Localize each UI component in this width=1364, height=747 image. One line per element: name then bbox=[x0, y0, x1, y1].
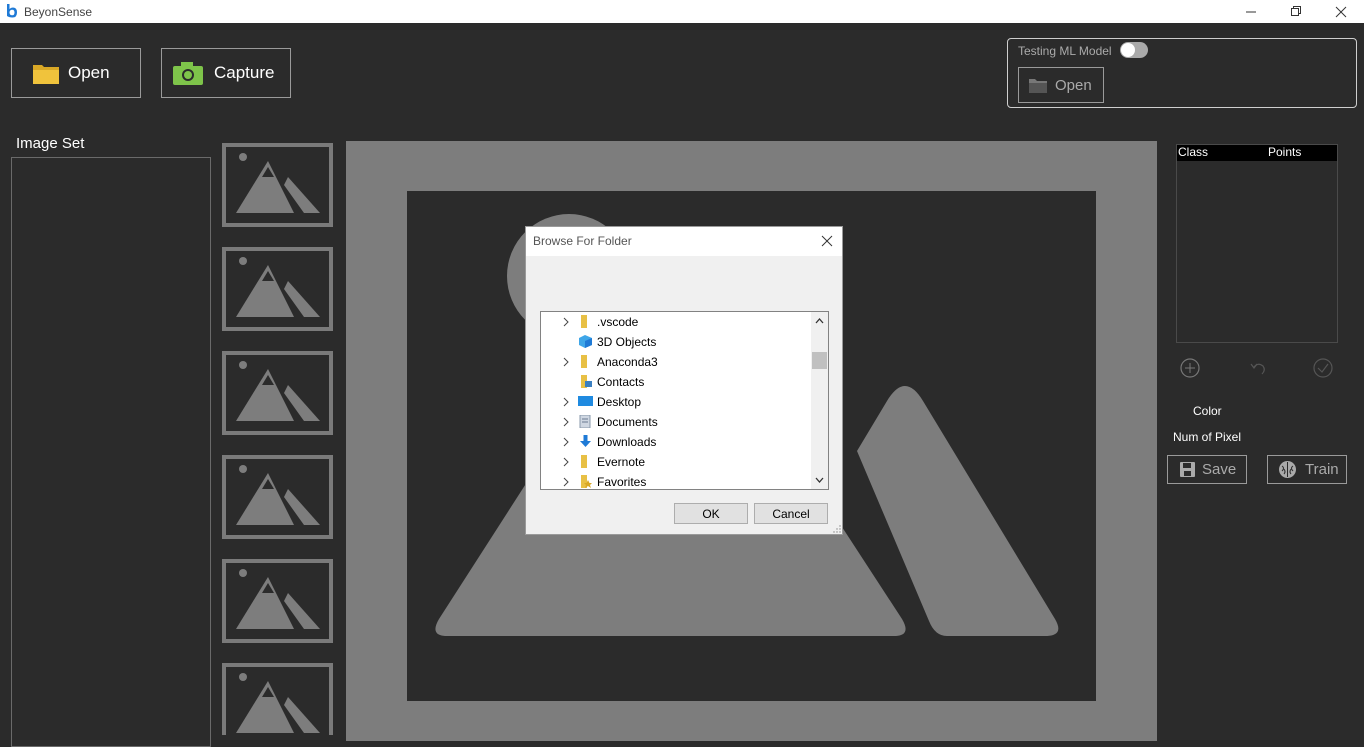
contacts-icon bbox=[581, 375, 592, 388]
tree-item-evernote[interactable]: Evernote bbox=[541, 452, 811, 472]
image-set-label: Image Set bbox=[16, 135, 85, 152]
image-set-list[interactable] bbox=[11, 157, 211, 747]
ml-open-label: Open bbox=[1055, 76, 1092, 94]
open-button[interactable]: Open bbox=[11, 48, 141, 98]
ml-open-button[interactable]: Open bbox=[1018, 67, 1104, 103]
image-thumbnail[interactable] bbox=[222, 351, 333, 435]
image-placeholder-icon bbox=[236, 257, 320, 317]
tree-item-label: Documents bbox=[597, 415, 658, 429]
tree-item-label: Contacts bbox=[597, 375, 645, 389]
chevron-right-icon[interactable] bbox=[561, 457, 571, 467]
toggle-knob bbox=[1121, 43, 1135, 57]
tree-item-label: Downloads bbox=[597, 435, 657, 449]
image-placeholder-icon bbox=[236, 153, 320, 213]
app-title: BeyonSense bbox=[24, 5, 93, 19]
capture-button-label: Capture bbox=[214, 63, 275, 82]
chevron-right-icon[interactable] bbox=[561, 477, 571, 487]
image-placeholder-icon bbox=[236, 465, 320, 525]
browse-folder-dialog: Browse For Folder .vscode 3D Objects Ana… bbox=[525, 226, 843, 535]
add-icon[interactable] bbox=[1180, 358, 1200, 378]
title-bar: BeyonSense bbox=[0, 0, 1364, 23]
ml-model-label: Testing ML Model bbox=[1018, 44, 1112, 58]
tree-item-label: Evernote bbox=[597, 455, 646, 469]
close-icon[interactable] bbox=[820, 234, 834, 248]
dialog-title: Browse For Folder bbox=[533, 234, 632, 248]
tree-item-anaconda3[interactable]: Anaconda3 bbox=[541, 352, 811, 372]
tree-item-label: .vscode bbox=[597, 315, 639, 329]
ml-model-panel: Testing ML Model Open bbox=[1007, 38, 1357, 108]
tree-item-vscode[interactable]: .vscode bbox=[541, 312, 811, 332]
save-button[interactable]: Save bbox=[1167, 455, 1247, 484]
documents-icon bbox=[579, 415, 591, 428]
folder-icon bbox=[581, 455, 587, 468]
image-thumbnail[interactable] bbox=[222, 559, 333, 643]
minimize-icon bbox=[1245, 11, 1256, 13]
cancel-button[interactable]: Cancel bbox=[754, 503, 828, 524]
train-label: Train bbox=[1305, 461, 1339, 478]
color-label: Color bbox=[1193, 404, 1222, 418]
resize-grip-icon[interactable] bbox=[833, 525, 841, 533]
tree-item-label: Favorites bbox=[597, 475, 647, 489]
image-thumbnail[interactable] bbox=[222, 143, 333, 227]
brain-icon bbox=[1279, 461, 1296, 478]
ok-label: OK bbox=[702, 506, 720, 521]
chevron-right-icon[interactable] bbox=[561, 317, 571, 327]
tree-item-downloads[interactable]: Downloads bbox=[541, 432, 811, 452]
image-placeholder-icon bbox=[236, 569, 320, 629]
chevron-right-icon[interactable] bbox=[561, 357, 571, 367]
class-table-header: Class Points bbox=[1177, 145, 1337, 161]
chevron-right-icon[interactable] bbox=[561, 397, 571, 407]
chevron-right-icon[interactable] bbox=[561, 417, 571, 427]
3d-objects-icon bbox=[579, 335, 592, 348]
capture-button[interactable]: Capture bbox=[161, 48, 291, 98]
image-thumbnail[interactable] bbox=[222, 663, 333, 735]
open-button-label: Open bbox=[68, 63, 110, 82]
folder-icon bbox=[33, 65, 59, 84]
tree-item-contacts[interactable]: Contacts bbox=[541, 372, 811, 392]
confirm-icon[interactable] bbox=[1313, 358, 1333, 378]
class-table[interactable]: Class Points bbox=[1176, 144, 1338, 343]
cancel-label: Cancel bbox=[772, 506, 810, 521]
camera-icon bbox=[173, 62, 203, 85]
chevron-right-icon[interactable] bbox=[561, 437, 571, 447]
minimize-button[interactable] bbox=[1228, 0, 1274, 23]
scroll-thumb[interactable] bbox=[812, 352, 827, 369]
restore-icon bbox=[1290, 6, 1301, 16]
favorites-icon bbox=[581, 475, 592, 488]
tree-item-favorites[interactable]: Favorites bbox=[541, 472, 811, 489]
save-icon bbox=[1180, 462, 1195, 477]
tree-item-3d-objects[interactable]: 3D Objects bbox=[541, 332, 811, 352]
restore-button[interactable] bbox=[1273, 0, 1319, 23]
undo-icon[interactable] bbox=[1248, 358, 1268, 378]
close-icon bbox=[1335, 6, 1347, 17]
tree-item-label: Desktop bbox=[597, 395, 642, 409]
folder-icon bbox=[1029, 78, 1047, 93]
desktop-icon bbox=[578, 396, 593, 406]
tree-scrollbar[interactable] bbox=[811, 312, 828, 489]
train-button[interactable]: Train bbox=[1267, 455, 1347, 484]
image-thumbnail[interactable] bbox=[222, 455, 333, 539]
scroll-up-icon[interactable] bbox=[815, 317, 824, 324]
tree-item-desktop[interactable]: Desktop bbox=[541, 392, 811, 412]
points-column-header: Points bbox=[1268, 145, 1302, 159]
ml-model-toggle[interactable] bbox=[1120, 42, 1148, 58]
save-label: Save bbox=[1202, 461, 1237, 478]
folder-icon bbox=[581, 355, 587, 368]
folder-tree[interactable]: .vscode 3D Objects Anaconda3 Contacts De… bbox=[540, 311, 829, 490]
dialog-title-bar: Browse For Folder bbox=[526, 227, 842, 256]
image-thumbnail[interactable] bbox=[222, 247, 333, 331]
tree-item-label: Anaconda3 bbox=[597, 355, 658, 369]
ok-button[interactable]: OK bbox=[674, 503, 748, 524]
downloads-icon bbox=[580, 435, 591, 447]
num-pixel-label: Num of Pixel bbox=[1173, 430, 1242, 444]
image-placeholder-icon bbox=[236, 673, 320, 733]
close-button[interactable] bbox=[1318, 0, 1364, 23]
tree-item-documents[interactable]: Documents bbox=[541, 412, 811, 432]
image-placeholder-icon bbox=[236, 361, 320, 421]
scroll-down-icon[interactable] bbox=[815, 477, 824, 484]
app-logo-icon bbox=[7, 4, 17, 18]
tree-item-label: 3D Objects bbox=[597, 335, 657, 349]
folder-icon bbox=[581, 315, 587, 328]
class-column-header: Class bbox=[1178, 145, 1209, 159]
